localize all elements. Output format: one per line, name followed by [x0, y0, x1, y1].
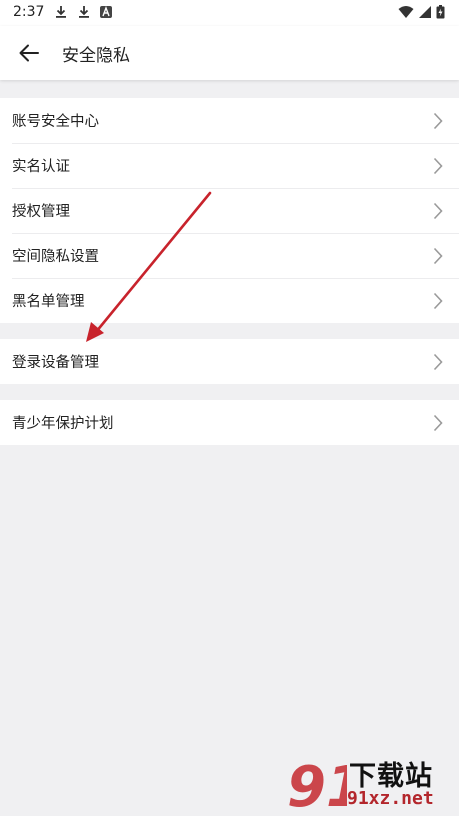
chevron-right-icon — [433, 202, 443, 219]
list-item-label: 青少年保护计划 — [12, 416, 114, 432]
list-item-real-name-verification[interactable]: 实名认证 — [0, 143, 459, 188]
list-item-label: 空间隐私设置 — [12, 249, 99, 265]
chevron-right-icon — [433, 414, 443, 431]
list-item-label: 账号安全中心 — [12, 114, 99, 130]
status-bar: 2:37 — [0, 0, 459, 26]
battery-icon — [436, 5, 445, 19]
status-time: 2:37 — [13, 4, 45, 20]
app-notification-icon — [100, 6, 112, 18]
signal-icon — [419, 6, 431, 18]
chevron-right-icon — [433, 112, 443, 129]
svg-text:91: 91 — [287, 755, 347, 814]
wifi-icon — [398, 6, 414, 18]
watermark-logo-icon: 91 — [287, 755, 347, 814]
settings-group-account: 账号安全中心 实名认证 授权管理 空间隐私设置 黑名单管理 — [0, 98, 459, 323]
list-item-space-privacy-settings[interactable]: 空间隐私设置 — [0, 233, 459, 278]
back-arrow-icon — [19, 44, 39, 62]
watermark: 91 下载站 91xz.net — [285, 752, 455, 814]
settings-group-devices: 登录设备管理 — [0, 339, 459, 384]
chevron-right-icon — [433, 353, 443, 370]
chevron-right-icon — [433, 247, 443, 264]
list-item-youth-protection-plan[interactable]: 青少年保护计划 — [0, 400, 459, 445]
list-item-account-security-center[interactable]: 账号安全中心 — [0, 98, 459, 143]
download-icon — [56, 6, 66, 18]
list-item-label: 实名认证 — [12, 159, 70, 175]
list-item-label: 登录设备管理 — [12, 355, 99, 371]
chevron-right-icon — [433, 292, 443, 309]
list-item-blacklist-management[interactable]: 黑名单管理 — [0, 278, 459, 323]
watermark-domain: 91xz.net — [347, 788, 434, 809]
back-button[interactable] — [10, 34, 48, 72]
list-item-label: 授权管理 — [12, 204, 70, 220]
settings-group-youth: 青少年保护计划 — [0, 400, 459, 445]
list-item-authorization-management[interactable]: 授权管理 — [0, 188, 459, 233]
page-title: 安全隐私 — [62, 46, 130, 66]
app-bar: 安全隐私 — [0, 26, 459, 80]
list-item-label: 黑名单管理 — [12, 294, 85, 310]
list-item-login-device-management[interactable]: 登录设备管理 — [0, 339, 459, 384]
chevron-right-icon — [433, 157, 443, 174]
download-icon — [79, 6, 89, 18]
